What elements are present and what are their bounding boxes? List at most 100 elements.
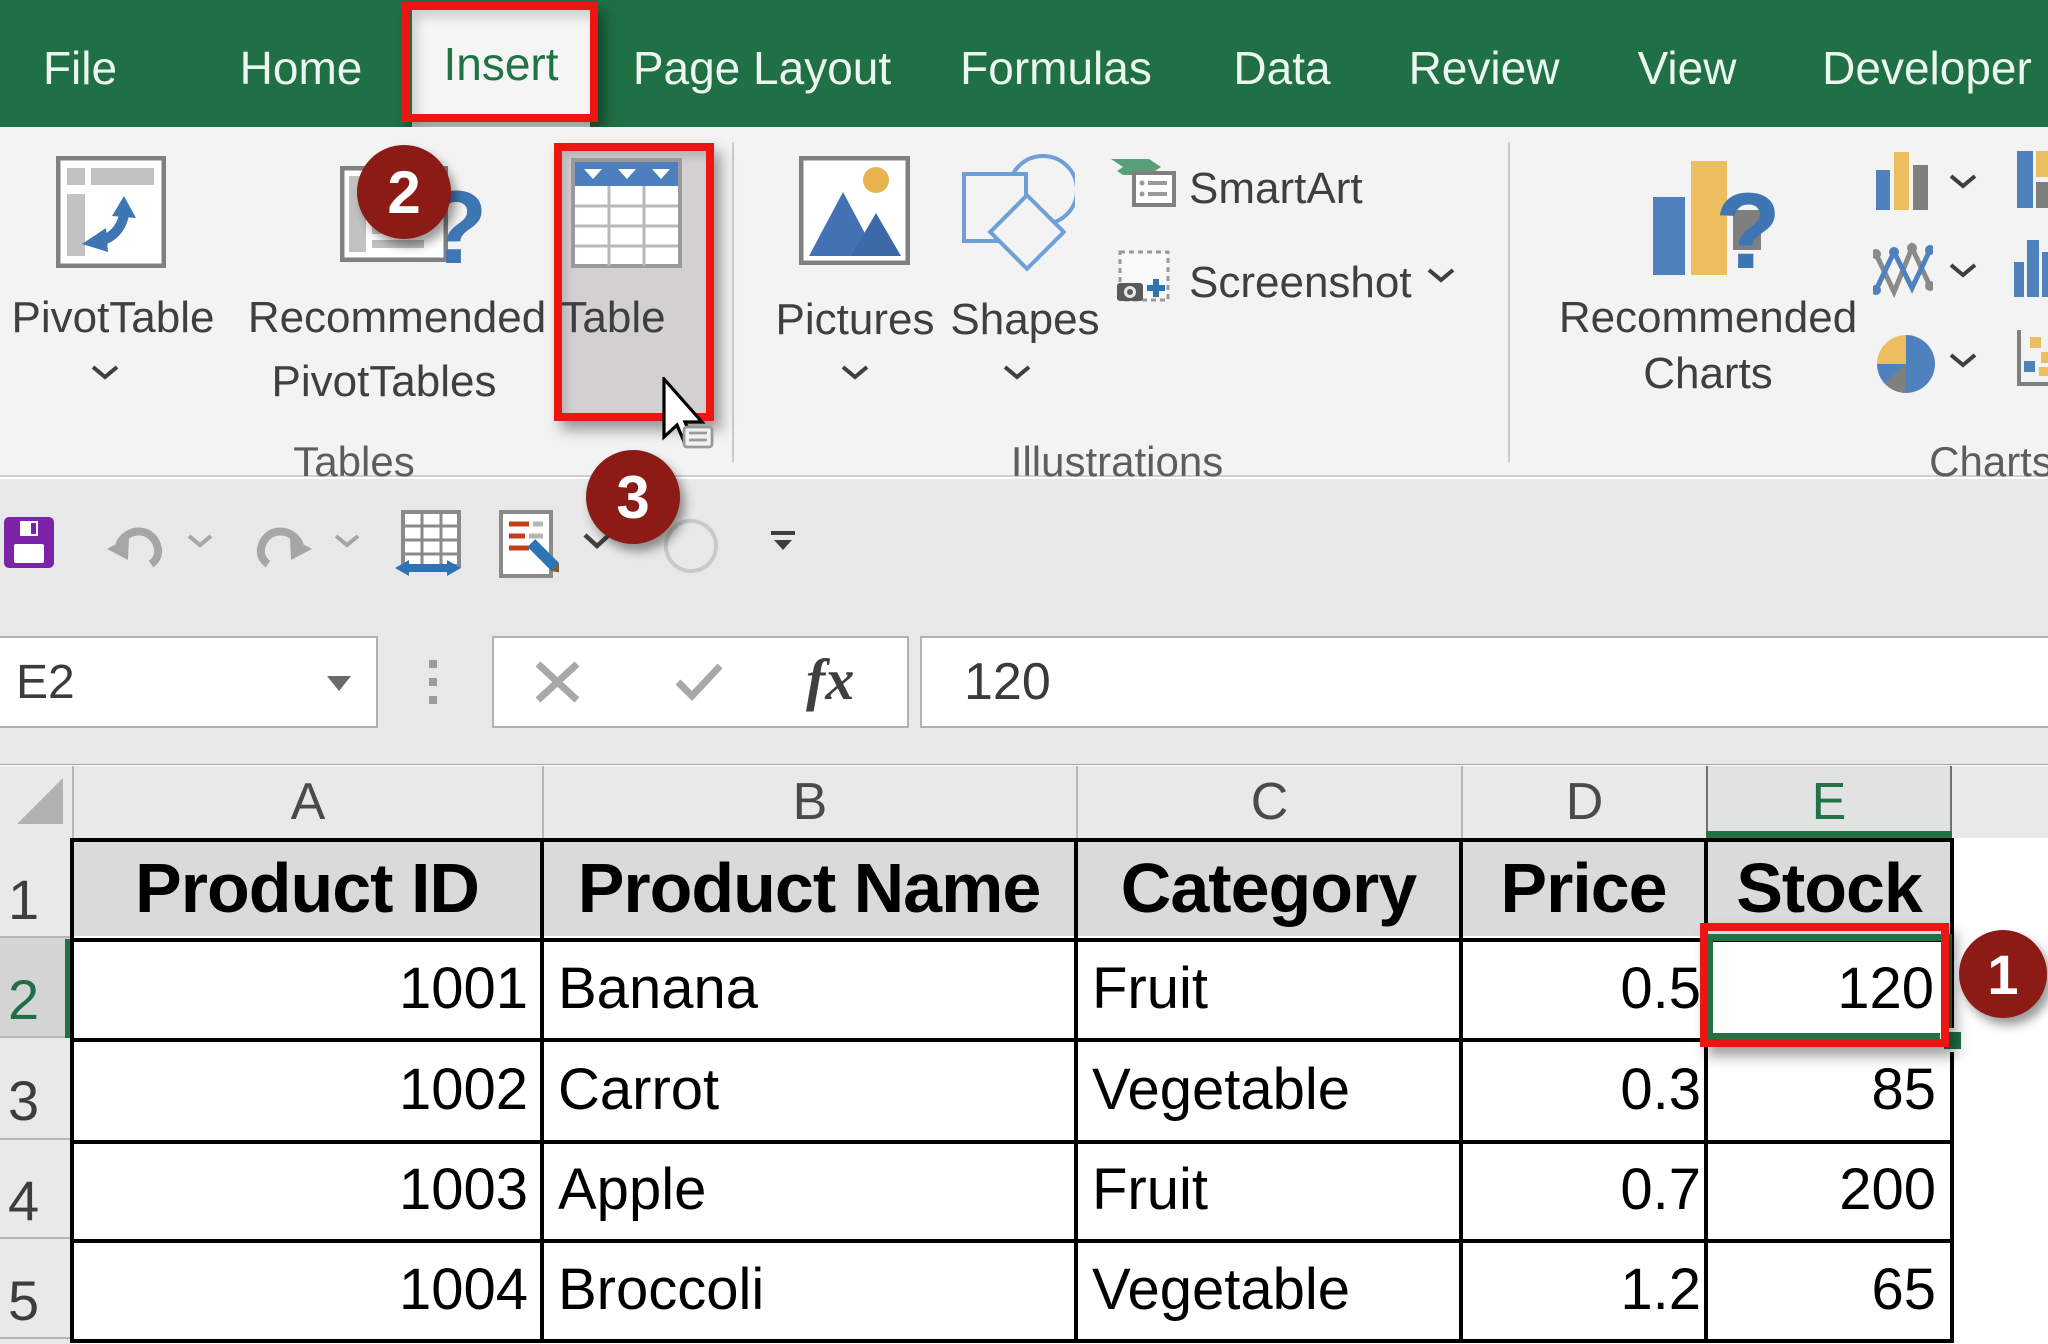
redo-icon[interactable] <box>251 520 313 573</box>
pivottable-icon <box>56 156 166 268</box>
annotation-box-cell-e2 <box>1700 923 1949 1047</box>
row-header-2-selected[interactable]: 2 <box>0 938 72 1038</box>
recommended-charts-label2: Charts <box>1643 349 1773 399</box>
grid-line <box>70 1339 1954 1343</box>
cell-d1[interactable]: Price <box>1463 840 1704 936</box>
ribbon-tab-bar: File Home Page Layout Formulas Data Revi… <box>0 0 2048 127</box>
tab-page-layout[interactable]: Page Layout <box>633 8 891 128</box>
row-header-3[interactable]: 3 <box>0 1038 72 1140</box>
row-number: 2 <box>8 943 39 1032</box>
group-separator <box>1508 142 1510 462</box>
cell-d2[interactable]: 0.5 <box>1463 940 1701 1036</box>
chevron-down-icon[interactable] <box>1948 351 1978 369</box>
tab-developer[interactable]: Developer <box>1822 8 2032 128</box>
cell-a3[interactable]: 1002 <box>74 1040 528 1138</box>
undo-icon[interactable] <box>106 520 168 573</box>
column-header-a[interactable]: A <box>72 766 542 838</box>
shapes-button[interactable]: Shapes <box>950 295 1099 345</box>
cell-b4[interactable]: Apple <box>558 1142 1074 1237</box>
smartart-button[interactable]: SmartArt <box>1189 164 1363 214</box>
cell-a5[interactable]: 1004 <box>74 1241 528 1337</box>
row-number: 1 <box>8 843 39 932</box>
cell-a2[interactable]: 1001 <box>74 940 528 1036</box>
customize-qat-icon[interactable] <box>769 530 797 561</box>
grid-line <box>70 838 74 1339</box>
cell-e3[interactable]: 85 <box>1708 1040 1936 1138</box>
edit-document-icon[interactable] <box>499 510 559 585</box>
name-box[interactable]: E2 <box>0 636 378 728</box>
column-header-f[interactable] <box>1952 766 2048 838</box>
cell-b1[interactable]: Product Name <box>544 840 1074 936</box>
tab-formulas[interactable]: Formulas <box>960 8 1152 128</box>
cell-c1[interactable]: Category <box>1078 840 1459 936</box>
cell-d3[interactable]: 0.3 <box>1463 1040 1701 1138</box>
row-number: 5 <box>8 1244 39 1333</box>
tab-view[interactable]: View <box>1638 8 1737 128</box>
column-header-b[interactable]: B <box>542 766 1076 838</box>
column-header-e-selected[interactable]: E <box>1706 766 1952 838</box>
cell-e1[interactable]: Stock <box>1708 840 1950 936</box>
cell-b2[interactable]: Banana <box>558 940 1074 1036</box>
cell-e5[interactable]: 65 <box>1708 1241 1936 1337</box>
grid-line <box>1950 838 1954 1339</box>
grid-line <box>70 1038 1954 1042</box>
quick-access-and-formula-strip: E2 fx 120 <box>0 479 2048 764</box>
column-chart-icon <box>1876 152 1928 215</box>
bar-chart-icon <box>2017 151 2048 213</box>
insert-function-icon[interactable]: fx <box>806 646 854 713</box>
chevron-down-icon[interactable] <box>1002 363 1032 381</box>
recommended-pivottables-button[interactable]: Recommended <box>248 293 546 343</box>
pivottable-button[interactable]: PivotTable <box>11 293 214 343</box>
recommended-charts-button[interactable]: Recommended <box>1559 293 1857 343</box>
annotation-badge-2: 2 <box>357 145 451 239</box>
cancel-icon[interactable] <box>534 660 581 709</box>
tab-home[interactable]: Home <box>240 8 363 128</box>
cell-c2[interactable]: Fruit <box>1092 940 1459 1036</box>
row-header-5[interactable]: 5 <box>0 1239 72 1339</box>
formula-bar-drag-dots-icon[interactable] <box>429 660 437 704</box>
grid-line <box>70 1140 1954 1144</box>
undo-menu-chevron-icon[interactable] <box>186 532 214 554</box>
cell-c5[interactable]: Vegetable <box>1092 1241 1459 1337</box>
column-header-d[interactable]: D <box>1461 766 1706 838</box>
question-mark-icon: ? <box>1715 170 1778 285</box>
row-number: 4 <box>8 1144 39 1233</box>
row-header-1[interactable]: 1 <box>0 838 72 938</box>
column-header-c[interactable]: C <box>1076 766 1461 838</box>
save-icon[interactable] <box>4 517 54 573</box>
chevron-down-icon[interactable] <box>1426 266 1456 284</box>
cell-a4[interactable]: 1003 <box>74 1142 528 1237</box>
annotation-box-insert-tab <box>401 2 598 122</box>
grid-line <box>1459 838 1463 1339</box>
row-number: 3 <box>8 1044 39 1133</box>
cell-d4[interactable]: 0.7 <box>1463 1142 1701 1237</box>
formula-bar-value: 120 <box>964 638 1051 726</box>
cell-e4[interactable]: 200 <box>1708 1142 1936 1237</box>
row-header-4[interactable]: 4 <box>0 1140 72 1239</box>
grid-line <box>70 938 1954 942</box>
cell-c4[interactable]: Fruit <box>1092 1142 1459 1237</box>
chevron-down-icon[interactable] <box>1948 261 1978 279</box>
tab-file[interactable]: File <box>43 8 117 128</box>
cell-b5[interactable]: Broccoli <box>558 1241 1074 1337</box>
chevron-down-icon[interactable] <box>840 363 870 381</box>
tab-review[interactable]: Review <box>1409 8 1560 128</box>
pictures-button[interactable]: Pictures <box>776 295 935 345</box>
enter-icon[interactable] <box>674 662 724 707</box>
cell-b3[interactable]: Carrot <box>558 1040 1074 1138</box>
column-chart-icon-2 <box>2014 240 2048 302</box>
select-all-corner[interactable] <box>0 766 72 838</box>
screenshot-button[interactable]: Screenshot <box>1189 258 1412 308</box>
chevron-down-icon[interactable] <box>90 363 120 381</box>
chevron-down-icon[interactable] <box>1948 172 1978 190</box>
shapes-icon <box>959 152 1075 274</box>
resize-table-icon[interactable] <box>395 510 461 585</box>
ribbon: PivotTable ? Recommended PivotTables 2 <box>0 127 2048 477</box>
tab-data[interactable]: Data <box>1233 8 1330 128</box>
cell-c3[interactable]: Vegetable <box>1092 1040 1459 1138</box>
cell-a1[interactable]: Product ID <box>74 840 540 936</box>
formula-bar[interactable]: 120 <box>920 636 2048 728</box>
cell-d5[interactable]: 1.2 <box>1463 1241 1701 1337</box>
name-box-dropdown-icon[interactable] <box>327 676 351 691</box>
redo-menu-chevron-icon[interactable] <box>333 532 361 554</box>
